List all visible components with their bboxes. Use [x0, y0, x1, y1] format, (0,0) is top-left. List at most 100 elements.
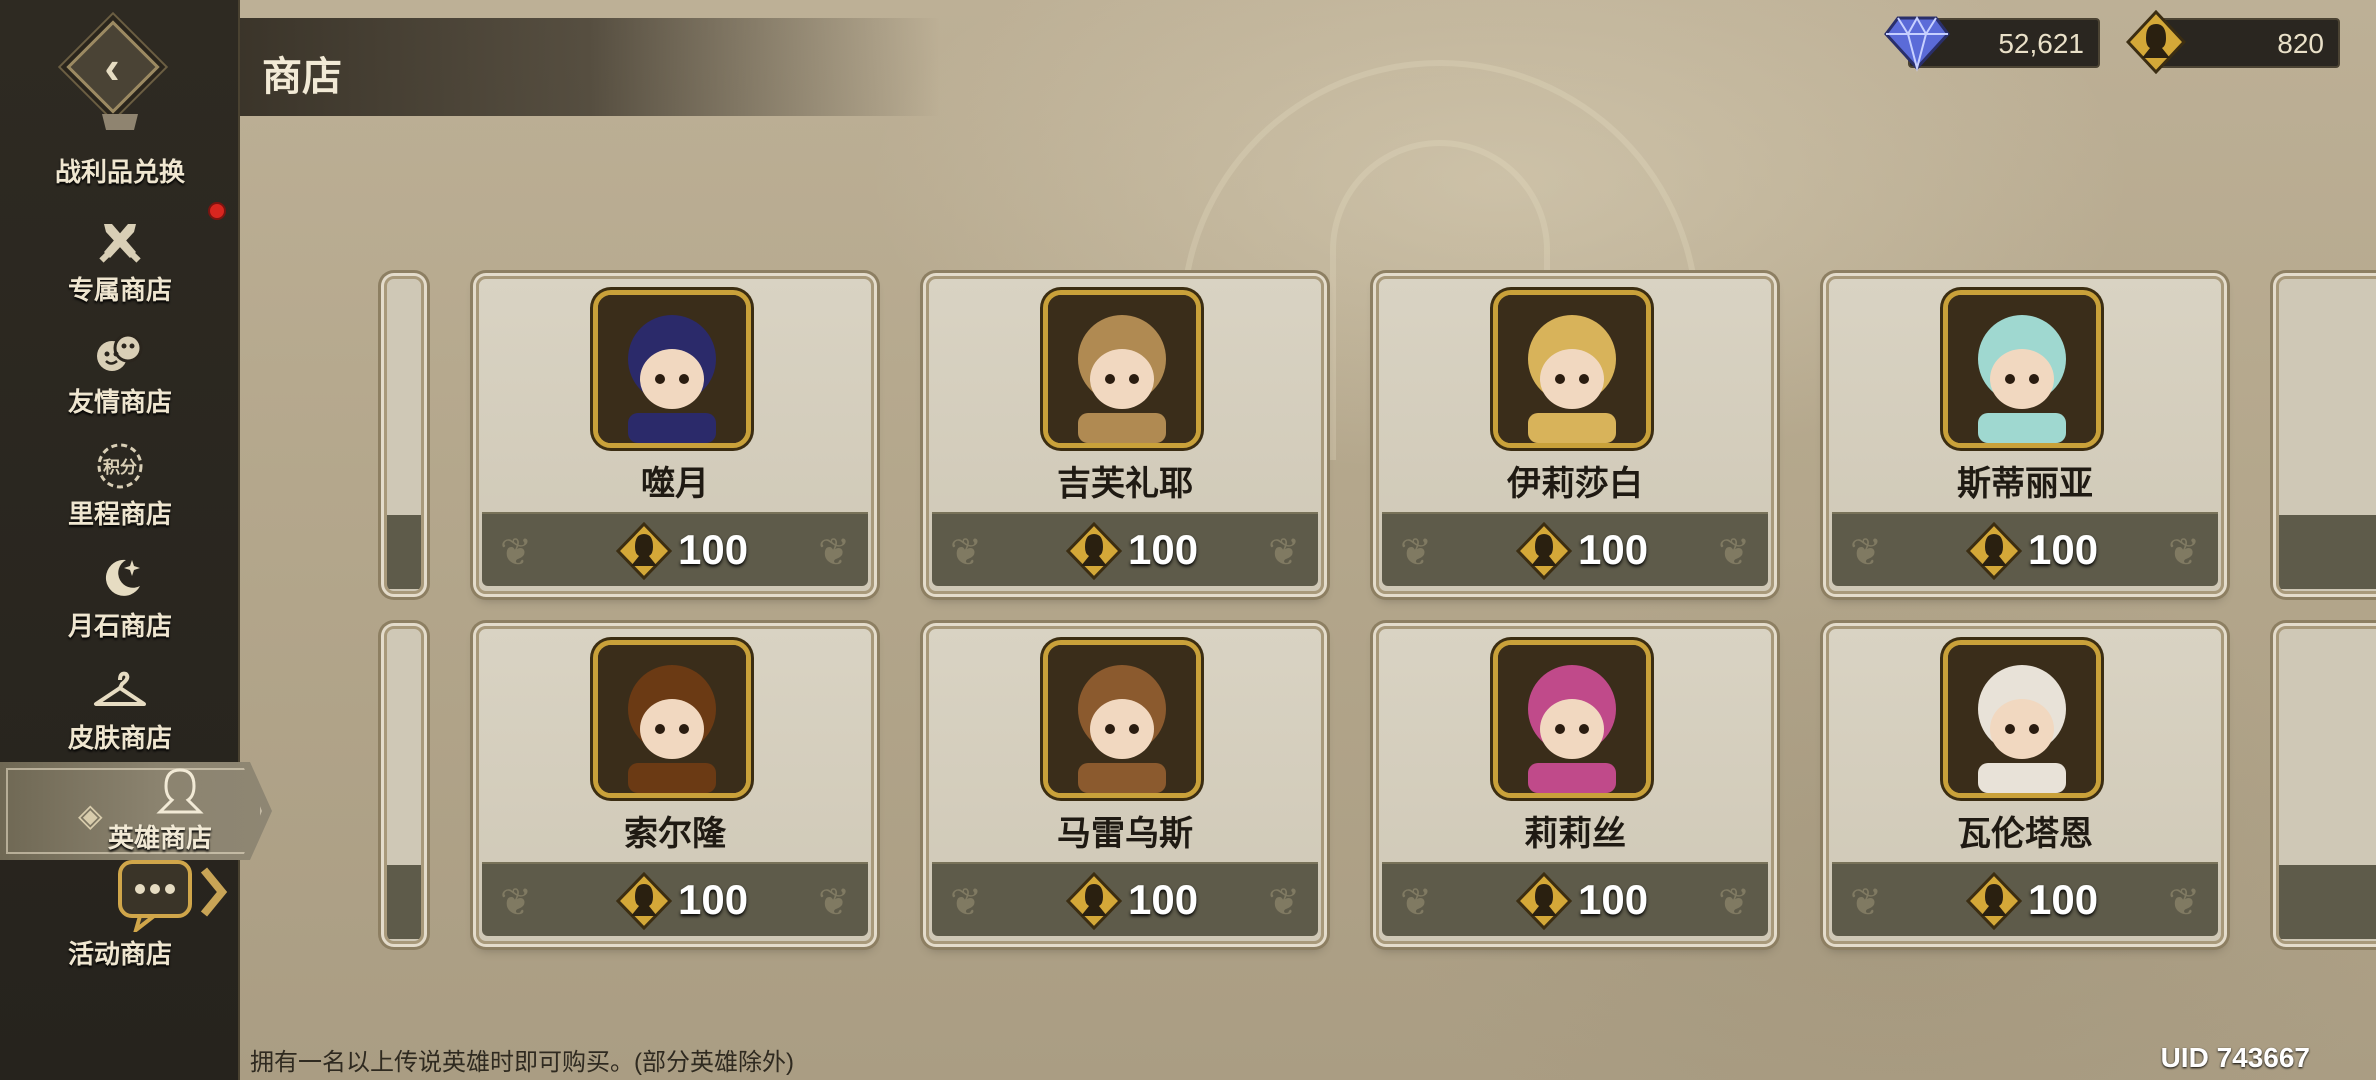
- hero-portrait-art: [1948, 645, 2096, 793]
- decorative-flourish-icon: ❦: [2168, 882, 2200, 924]
- sidebar-item-loot-exchange[interactable]: 战利品兑换: [0, 98, 240, 210]
- price-value: 100: [1578, 876, 1649, 923]
- sidebar-item-label: 专属商店: [67, 275, 172, 305]
- hero-outfit: [628, 763, 716, 793]
- hero-token-icon: [1966, 522, 2022, 580]
- price-button[interactable]: ❦ ❦ 100: [1832, 512, 2218, 586]
- mileage-points-icon: 积分: [90, 438, 150, 494]
- price-button[interactable]: ❦ ❦ 100: [1832, 862, 2218, 936]
- price-button[interactable]: ❦ ❦ 100: [932, 512, 1318, 586]
- hero-portrait-art: [1048, 645, 1196, 793]
- decorative-flourish-icon: ❦: [1268, 882, 1300, 924]
- sidebar-item-label: 英雄商店: [107, 823, 212, 853]
- hero-token-icon: [1516, 522, 1572, 580]
- partial-price-bar: [2279, 865, 2376, 939]
- purchase-condition-note: 拥有一名以上传说英雄时即可购买。(部分英雄除外): [250, 1049, 794, 1076]
- hero-card[interactable]: 吉芙礼耶 ❦ ❦ 100: [926, 276, 1324, 594]
- decorative-flourish-icon: ❦: [2168, 532, 2200, 574]
- hero-portrait: [1493, 290, 1651, 448]
- hero-name: 斯蒂丽亚: [1957, 465, 2093, 503]
- hero-portrait-art: [1498, 645, 1646, 793]
- price-button[interactable]: ❦ ❦ 100: [1382, 512, 1768, 586]
- hero-name: 伊莉莎白: [1507, 465, 1643, 503]
- hero-portrait: [593, 640, 751, 798]
- diamond-icon: [1884, 12, 1950, 72]
- sidebar-item-label: 战利品兑换: [54, 157, 185, 187]
- hero-token-icon: [1066, 522, 1122, 580]
- decorative-flourish-icon: ❦: [1850, 882, 1882, 924]
- back-arrow-icon: ‹: [104, 41, 120, 93]
- hero-token-icon: [616, 872, 672, 930]
- hero-portrait-art: [598, 645, 746, 793]
- hero-outfit: [628, 413, 716, 443]
- sidebar-item-event-shop[interactable]: 活动商店: [0, 854, 240, 969]
- sidebar-item-mileage-shop[interactable]: 积分 里程商店: [0, 432, 240, 544]
- sidebar-item-label: 皮肤商店: [67, 723, 172, 753]
- partial-price-bar: [387, 515, 421, 589]
- hero-card[interactable]: 索尔隆 ❦ ❦ 100: [476, 626, 874, 944]
- price-value: 100: [678, 876, 749, 923]
- hero-portrait-art: [1048, 295, 1196, 443]
- hero-outfit: [1078, 763, 1166, 793]
- hero-outfit: [1528, 763, 1616, 793]
- hero-token-icon: [1066, 872, 1122, 930]
- hero-outfit: [1528, 413, 1616, 443]
- hero-card[interactable]: 噬月 ❦ ❦ 100: [476, 276, 874, 594]
- hero-outfit: [1978, 413, 2066, 443]
- loot-exchange-icon: [90, 106, 150, 136]
- price-button[interactable]: ❦ ❦ 100: [482, 512, 868, 586]
- sidebar-item-label: 友情商店: [67, 387, 172, 417]
- hero-token-icon: [1966, 872, 2022, 930]
- diamond-value: 52,621: [1998, 28, 2084, 59]
- sidebar-item-friendship-shop[interactable]: 友情商店: [0, 320, 240, 432]
- hero-card[interactable]: 伊莉莎白 ❦ ❦ 100: [1376, 276, 1774, 594]
- decorative-flourish-icon: ❦: [950, 882, 982, 924]
- hero-portrait-art: [1498, 295, 1646, 443]
- price-value: 100: [678, 526, 749, 573]
- crossed-swords-icon: [90, 214, 150, 270]
- hero-portrait: [1943, 290, 2101, 448]
- sidebar-item-skin-shop[interactable]: 皮肤商店: [0, 656, 240, 768]
- hero-portrait: [593, 290, 751, 448]
- price-value: 100: [1128, 876, 1199, 923]
- price-button[interactable]: ❦ ❦ 100: [482, 862, 868, 936]
- price-value: 100: [1128, 526, 1199, 573]
- sidebar-item-exclusive-shop[interactable]: 专属商店: [0, 208, 240, 320]
- hero-card[interactable]: 莉莉丝 ❦ ❦ 100: [1376, 626, 1774, 944]
- hero-card[interactable]: 马雷乌斯 ❦ ❦ 100: [926, 626, 1324, 944]
- moon-icon: [90, 550, 150, 606]
- hero-name: 马雷乌斯: [1057, 815, 1193, 853]
- hanger-icon: [90, 662, 150, 718]
- hero-token-icon: [616, 522, 672, 580]
- hero-token-icon: [2125, 9, 2187, 75]
- notification-badge: [208, 202, 226, 220]
- price-value: 100: [2028, 876, 2099, 923]
- price-button[interactable]: ❦ ❦ 100: [932, 862, 1318, 936]
- decorative-flourish-icon: ❦: [1850, 532, 1882, 574]
- sidebar-item-label: 活动商店: [67, 939, 172, 969]
- hero-name: 索尔隆: [624, 815, 726, 853]
- price-button[interactable]: ❦ ❦ 100: [1382, 862, 1768, 936]
- hero-name: 噬月: [641, 465, 709, 503]
- hero-portrait-art: [1948, 295, 2096, 443]
- partial-card: [2276, 626, 2376, 944]
- partial-price-bar: [387, 865, 421, 939]
- hero-name: 莉莉丝: [1524, 815, 1626, 853]
- hero-outfit: [1078, 413, 1166, 443]
- sidebar-item-moonstone-shop[interactable]: 月石商店: [0, 544, 240, 656]
- page-title: 商店: [262, 55, 342, 99]
- hero-token-value: 820: [2277, 28, 2324, 59]
- decorative-flourish-icon: ❦: [950, 532, 982, 574]
- hero-card[interactable]: 斯蒂丽亚 ❦ ❦ 100: [1826, 276, 2224, 594]
- decorative-flourish-icon: ❦: [500, 532, 532, 574]
- sidebar-item-label: 里程商店: [67, 499, 172, 529]
- sidebar-item-label: 月石商店: [67, 611, 172, 641]
- partial-card: [384, 626, 424, 944]
- header-bar: [240, 18, 940, 116]
- decorative-flourish-icon: ❦: [1400, 882, 1432, 924]
- partial-card: [2276, 276, 2376, 594]
- hero-card[interactable]: 瓦伦塔恩 ❦ ❦ 100: [1826, 626, 2224, 944]
- hero-icon: [150, 766, 210, 816]
- partial-price-bar: [2279, 515, 2376, 589]
- friendship-icon: [90, 326, 150, 382]
